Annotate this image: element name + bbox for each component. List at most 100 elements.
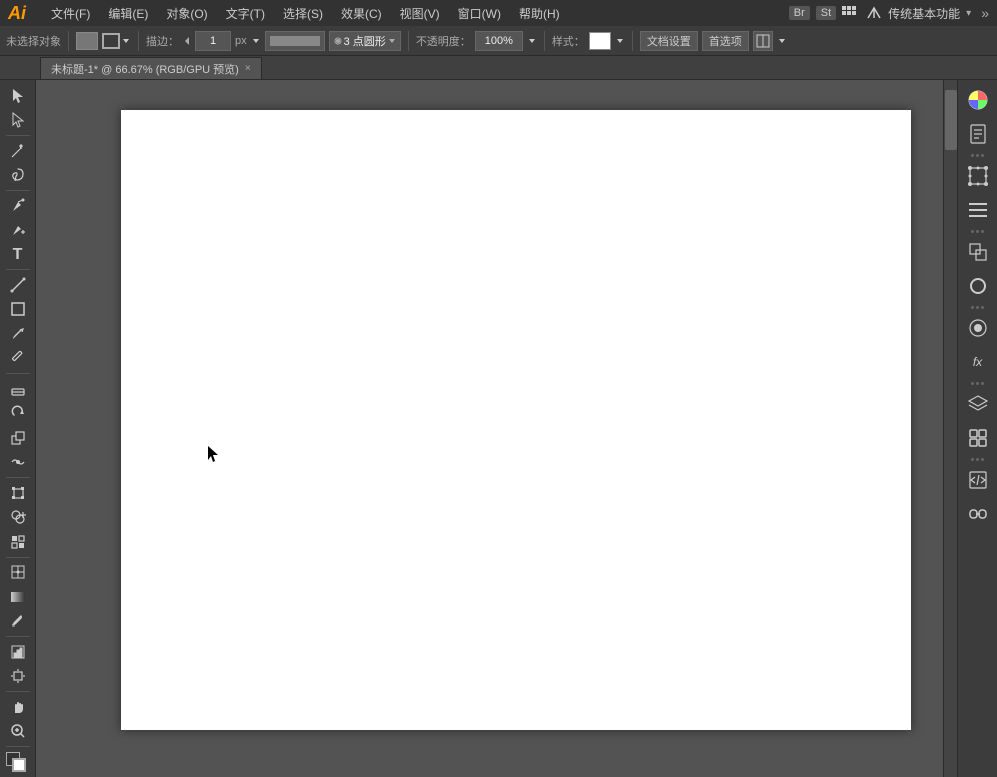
shape-builder-icon: [10, 509, 26, 525]
mesh-icon: [10, 564, 26, 580]
workspace-arrow-icon[interactable]: ▾: [966, 8, 971, 19]
embed-panel-button[interactable]: [962, 464, 994, 496]
scale-tool-button[interactable]: [4, 426, 32, 450]
free-transform-icon: [10, 485, 26, 501]
document-panel-button[interactable]: [962, 118, 994, 150]
eyedropper-tool-button[interactable]: [4, 609, 32, 633]
style-label: 样式：: [552, 33, 585, 49]
diamond-icon: [334, 37, 342, 45]
paintbrush-tool-button[interactable]: [4, 322, 32, 346]
pathfinder-panel-button[interactable]: [962, 236, 994, 268]
direct-selection-icon: [10, 112, 26, 128]
warp-tool-button[interactable]: [4, 451, 32, 475]
graph-tool-button[interactable]: [4, 640, 32, 664]
lasso-tool-button[interactable]: [4, 163, 32, 187]
workspace-button[interactable]: 传统基本功能: [888, 5, 960, 22]
color-wheel-icon: [967, 89, 989, 111]
arrange-icon: [756, 34, 770, 48]
tool-sep-5: [6, 477, 30, 478]
menu-object[interactable]: 对象(O): [158, 3, 215, 24]
panel-divider-1: [958, 152, 997, 158]
main-area: T: [0, 80, 997, 777]
menu-type[interactable]: 文字(T): [218, 3, 273, 24]
color-indicators[interactable]: [4, 750, 32, 774]
align-panel-button[interactable]: [962, 194, 994, 226]
menu-effect[interactable]: 效果(C): [333, 3, 390, 24]
rect-tool-button[interactable]: [4, 298, 32, 322]
magic-wand-tool-button[interactable]: [4, 139, 32, 163]
fx-panel-button[interactable]: fx: [962, 346, 994, 378]
appearance-panel-button[interactable]: [962, 312, 994, 344]
preferences-button[interactable]: 首选项: [702, 31, 749, 51]
shape-builder-tool-button[interactable]: [4, 506, 32, 530]
stroke-fill-preview: [270, 36, 320, 46]
hand-tool-button[interactable]: [4, 695, 32, 719]
extra-panel-button[interactable]: [962, 498, 994, 530]
scrollbar-thumb[interactable]: [945, 90, 957, 150]
tool-sep-1: [6, 135, 30, 136]
type-tool-button[interactable]: T: [4, 243, 32, 267]
opt-sep-2: [138, 31, 139, 51]
expand-icon[interactable]: »: [981, 5, 989, 21]
transform-panel-button[interactable]: [962, 160, 994, 192]
scale-icon: [10, 430, 26, 446]
no-selection-label: 未选择对象: [6, 33, 61, 49]
stroke-dropdown-arrow[interactable]: [121, 35, 131, 47]
gradient-tool-button[interactable]: [4, 585, 32, 609]
appearance-icon: [968, 318, 988, 338]
document-icon: [969, 124, 987, 144]
menu-help[interactable]: 帮助(H): [511, 3, 568, 24]
stroke-indicator[interactable]: [102, 33, 131, 49]
zoom-tool-button[interactable]: [4, 719, 32, 743]
line-tool-button[interactable]: [4, 273, 32, 297]
pen-tool-button[interactable]: [4, 194, 32, 218]
stroke-style-dropdown[interactable]: 3 点圆形: [329, 31, 401, 51]
opt-sep-5: [632, 31, 633, 51]
color-panel-button[interactable]: [962, 84, 994, 116]
panel-divider-5: [958, 456, 997, 462]
tool-sep-3: [6, 269, 30, 270]
layers-icon: [968, 395, 988, 413]
pencil-tool-button[interactable]: [4, 347, 32, 371]
stroke-panel-button[interactable]: [962, 270, 994, 302]
menu-file[interactable]: 文件(F): [43, 3, 98, 24]
stroke-style-arrow-icon: [388, 37, 396, 45]
menu-select[interactable]: 选择(S): [275, 3, 331, 24]
eraser-tool-button[interactable]: [4, 377, 32, 401]
send-icon: [866, 6, 882, 20]
align-icon: [968, 201, 988, 219]
layers-panel-button[interactable]: [962, 388, 994, 420]
doc-settings-button[interactable]: 文档设置: [640, 31, 698, 51]
free-transform-tool-button[interactable]: [4, 481, 32, 505]
stock-button[interactable]: St: [816, 6, 836, 20]
arrange-button[interactable]: [753, 31, 773, 51]
vertical-scrollbar[interactable]: [943, 80, 957, 777]
arrange-dropdown-icon[interactable]: [777, 35, 787, 47]
live-paint-tool-button[interactable]: [4, 530, 32, 554]
stroke-unit-dropdown-icon[interactable]: [251, 35, 261, 47]
opacity-dropdown-icon[interactable]: [527, 35, 537, 47]
add-anchor-tool-button[interactable]: [4, 218, 32, 242]
stroke-value-input[interactable]: [195, 31, 231, 51]
tool-sep-2: [6, 190, 30, 191]
artboard-tool-button[interactable]: [4, 664, 32, 688]
fill-color-swatch[interactable]: [76, 32, 98, 50]
style-dropdown-icon[interactable]: [615, 35, 625, 47]
canvas-area[interactable]: [36, 80, 943, 777]
direct-selection-tool-button[interactable]: [4, 109, 32, 133]
bridge-button[interactable]: Br: [789, 6, 810, 20]
transform-icon: [968, 166, 988, 186]
rotate-tool-button[interactable]: [4, 402, 32, 426]
tab-close-button[interactable]: ×: [245, 63, 251, 74]
document-tab[interactable]: 未标题-1* @ 66.67% (RGB/GPU 预览) ×: [40, 57, 262, 79]
mesh-tool-button[interactable]: [4, 560, 32, 584]
menu-view[interactable]: 视图(V): [392, 3, 448, 24]
selection-tool-button[interactable]: [4, 84, 32, 108]
stroke-arrow-left[interactable]: [183, 35, 191, 47]
style-swatch[interactable]: [589, 32, 611, 50]
menu-edit[interactable]: 编辑(E): [100, 3, 156, 24]
menu-window[interactable]: 窗口(W): [450, 3, 509, 24]
line-icon: [10, 277, 26, 293]
links-panel-button[interactable]: [962, 422, 994, 454]
opacity-input[interactable]: [475, 31, 523, 51]
